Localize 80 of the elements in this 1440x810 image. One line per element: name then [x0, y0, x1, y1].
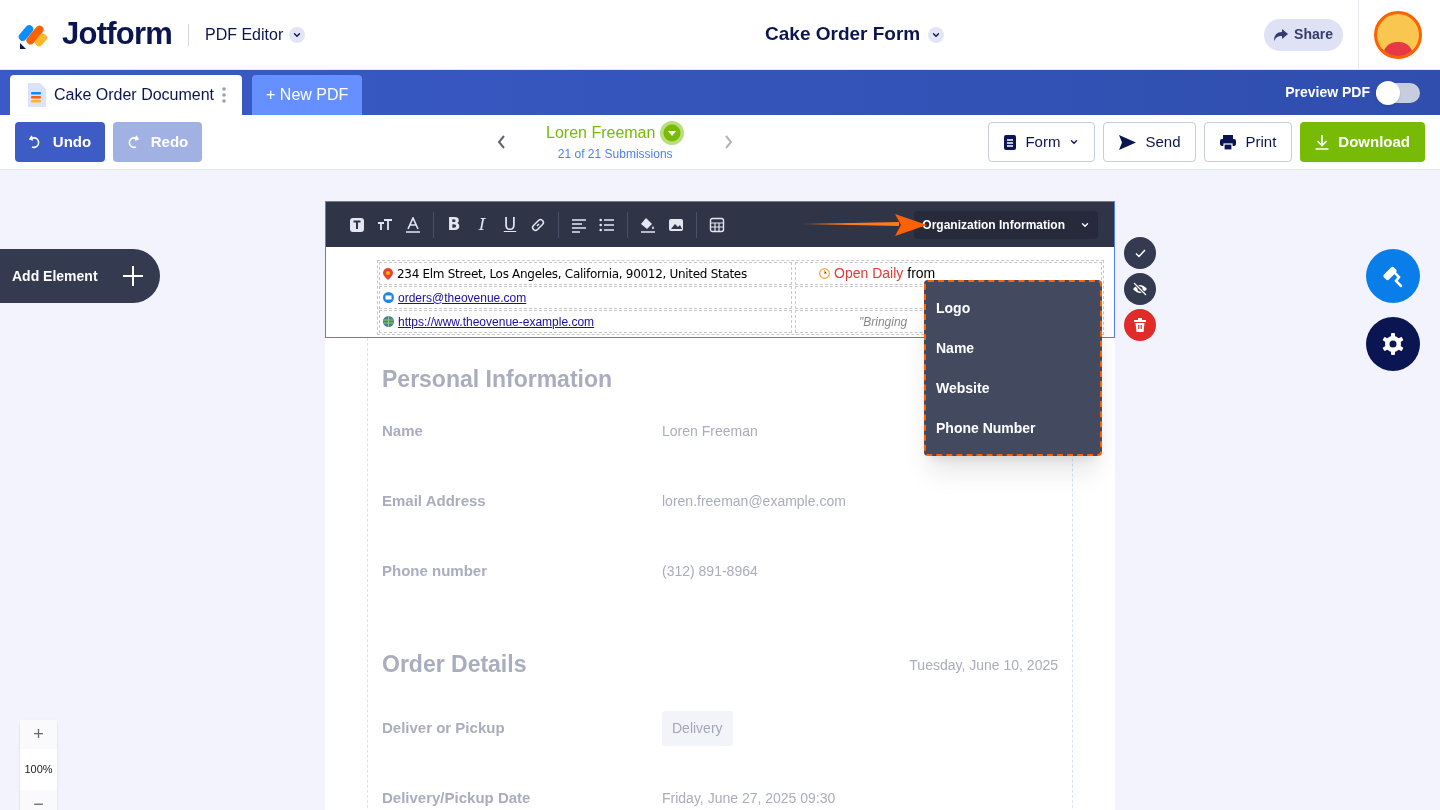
document-icon	[1004, 134, 1017, 150]
link-icon[interactable]	[530, 216, 546, 233]
design-button[interactable]	[1366, 249, 1420, 303]
field-value: (312) 891-8964	[662, 562, 758, 581]
preview-pdf-toggle[interactable]	[1376, 82, 1420, 103]
settings-icon	[1381, 332, 1405, 356]
paint-roller-icon	[1381, 264, 1405, 288]
chevron-down-icon	[1069, 137, 1080, 147]
map-pin-icon	[383, 267, 393, 280]
undo-icon	[28, 135, 41, 149]
submission-name: Loren Freeman	[546, 123, 656, 143]
hide-button[interactable]	[1124, 273, 1156, 305]
list-icon[interactable]	[599, 216, 615, 233]
document-icon	[26, 83, 46, 107]
hours-highlight: Open Daily	[834, 264, 904, 283]
section-title: Order Details	[382, 649, 527, 679]
website-link[interactable]: https://www.theovenue-example.com	[398, 312, 595, 331]
send-icon	[1119, 134, 1137, 150]
date-text: Tuesday, June 10, 2025	[909, 655, 1058, 675]
share-arrow-icon	[1274, 28, 1289, 41]
underline-button[interactable]: U	[502, 216, 518, 233]
section-dropdown[interactable]: Organization Information	[914, 210, 1098, 239]
field-label: Deliver or Pickup	[382, 717, 506, 738]
menu-item[interactable]: Website	[926, 368, 1100, 408]
value-chip: Delivery	[662, 710, 733, 746]
field-label: Name	[382, 421, 424, 442]
form-dropdown[interactable]: Form	[988, 122, 1096, 162]
zoom-level: 100%	[24, 762, 53, 778]
trash-icon	[1134, 318, 1146, 332]
zoom-in-button[interactable]: +	[20, 720, 57, 749]
table-icon[interactable]	[709, 216, 725, 233]
text-size-icon[interactable]	[377, 216, 393, 233]
text-color-icon[interactable]	[405, 216, 421, 233]
preview-pdf-label: Preview PDF	[1285, 83, 1370, 102]
more-options-icon[interactable]	[222, 87, 227, 103]
confirm-button[interactable]	[1124, 237, 1156, 269]
download-icon	[1315, 134, 1330, 150]
add-element-button[interactable]: Add Element	[0, 249, 160, 303]
field-value: Friday, June 27, 2025 09:30	[662, 788, 836, 808]
field-label: Email Address	[382, 491, 487, 512]
globe-icon	[383, 316, 394, 327]
form-title-dropdown[interactable]: Cake Order Form	[765, 20, 945, 49]
bold-button[interactable]: B	[446, 216, 462, 233]
redo-icon	[126, 135, 139, 149]
section-title: Personal Information	[382, 365, 613, 394]
tab-label: Cake Order Document	[54, 85, 215, 105]
zoom-out-button[interactable]: −	[20, 790, 57, 810]
share-button[interactable]: Share	[1264, 18, 1343, 51]
plus-icon	[123, 266, 143, 286]
undo-button[interactable]: Undo	[15, 122, 105, 162]
document-tab[interactable]: Cake Order Document	[10, 75, 243, 115]
tagline-text: "Bringing	[859, 313, 908, 331]
field-label: Phone number	[382, 561, 488, 582]
field-value: loren.freeman@example.com	[662, 492, 846, 511]
delete-button[interactable]	[1124, 309, 1156, 341]
field-value: Loren Freeman	[662, 422, 758, 441]
check-icon	[1134, 248, 1146, 258]
paint-bucket-icon[interactable]	[640, 216, 656, 233]
text-box-icon[interactable]	[349, 216, 365, 233]
settings-button[interactable]	[1366, 317, 1420, 371]
printer-icon	[1220, 134, 1237, 150]
email-icon	[383, 292, 394, 303]
address-text: 234 Elm Street, Los Angeles, California, 90012, United States	[397, 265, 747, 283]
italic-button[interactable]: I	[474, 216, 490, 233]
product-dropdown[interactable]: PDF Editor	[204, 22, 306, 47]
avatar[interactable]	[1374, 10, 1422, 59]
logo-text: Jotform	[62, 15, 172, 54]
email-link[interactable]: orders@theovenue.com	[398, 288, 527, 307]
send-button[interactable]: Send	[1103, 122, 1197, 162]
align-icon[interactable]	[571, 216, 587, 233]
eye-slash-icon	[1132, 282, 1148, 296]
print-button[interactable]: Print	[1204, 122, 1293, 162]
menu-item[interactable]: Phone Number	[926, 408, 1100, 448]
submission-count: 21 of 21 Submissions	[557, 146, 673, 163]
hours-text: from	[907, 264, 936, 283]
menu-item[interactable]: Name	[926, 328, 1100, 368]
clock-icon	[819, 268, 830, 279]
menu-item[interactable]: Logo	[926, 288, 1100, 328]
image-icon[interactable]	[668, 216, 684, 233]
field-label: Delivery/Pickup Date	[382, 787, 532, 808]
